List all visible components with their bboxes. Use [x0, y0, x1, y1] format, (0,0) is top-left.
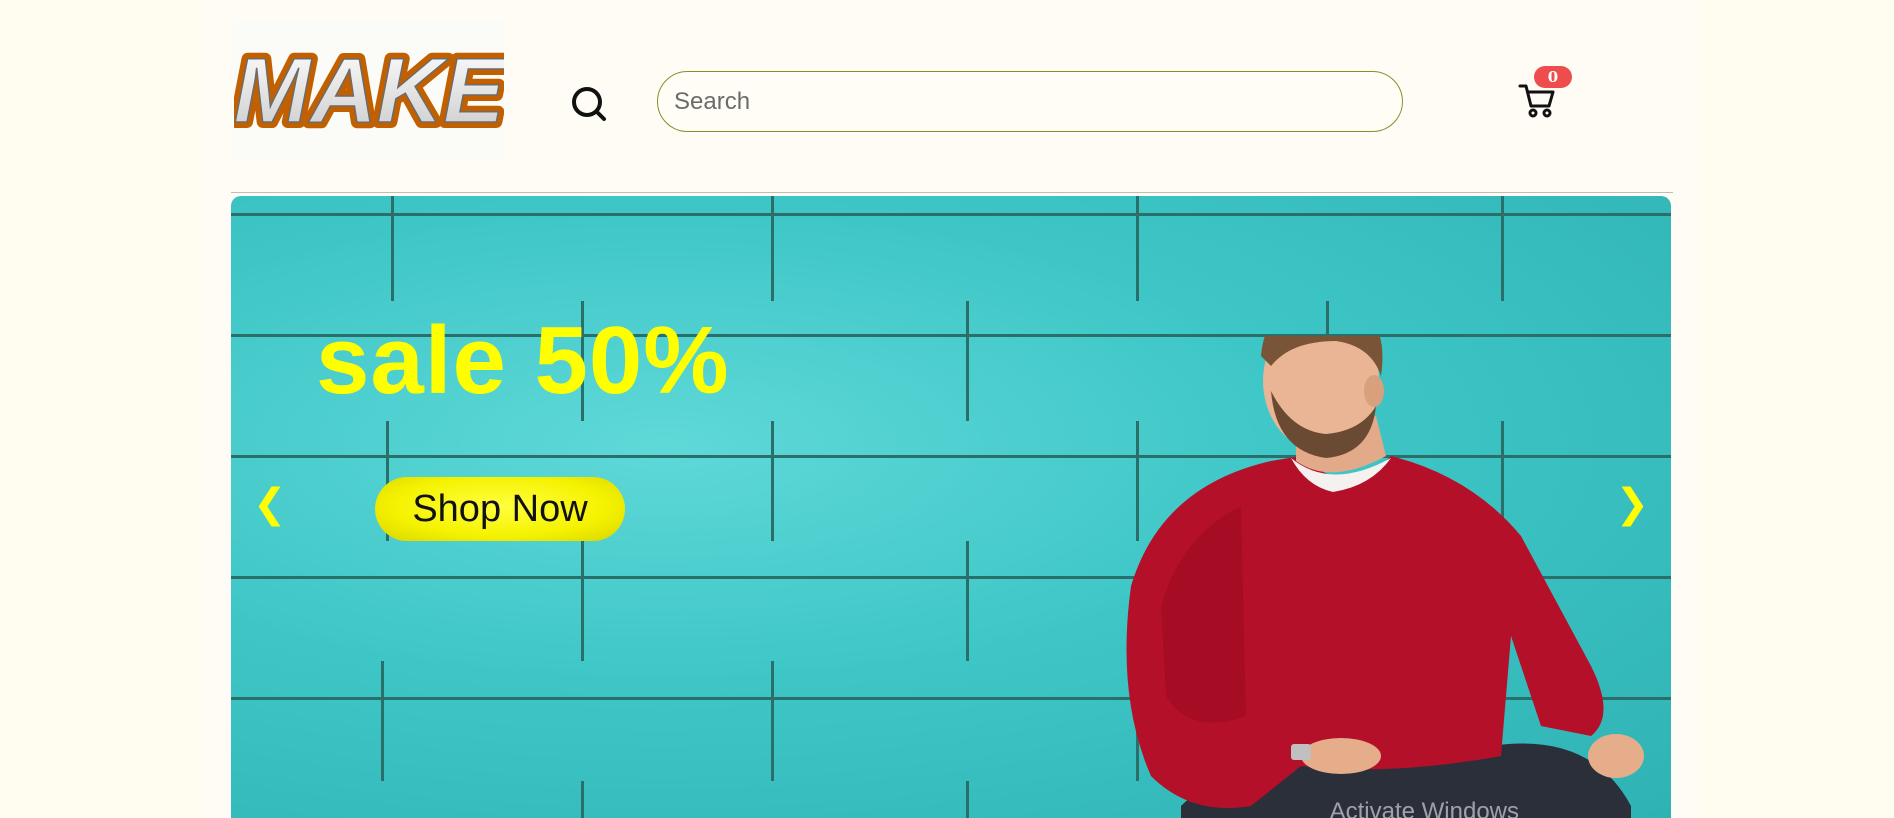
- shop-now-button[interactable]: Shop Now: [375, 477, 625, 541]
- search-icon[interactable]: [570, 85, 610, 125]
- brick-joint: [966, 781, 969, 818]
- brick-joint: [391, 196, 394, 301]
- windows-activation-watermark: Activate Windows: [1329, 798, 1519, 818]
- brick-joint: [771, 661, 774, 781]
- brick-joint: [771, 196, 774, 301]
- model-photo: [1126, 336, 1644, 818]
- brick-joint: [966, 541, 969, 661]
- chevron-left-icon[interactable]: ❮: [253, 481, 287, 527]
- search-input[interactable]: [657, 71, 1403, 132]
- page-container: MAKE MAKE 0: [200, 0, 1700, 818]
- brick-joint: [1136, 196, 1139, 301]
- cart-button[interactable]: 0: [1518, 62, 1578, 122]
- brick-joint: [381, 661, 384, 781]
- cart-count-badge: 0: [1534, 66, 1572, 88]
- chevron-right-icon[interactable]: ❯: [1615, 481, 1649, 527]
- brick-joint: [966, 301, 969, 421]
- sale-headline: sale 50%: [316, 307, 730, 414]
- brick-joint: [581, 781, 584, 818]
- header-divider: [231, 192, 1673, 193]
- brick-joint: [1501, 196, 1504, 301]
- brand-logo[interactable]: MAKE MAKE: [234, 20, 504, 160]
- brick-joint: [581, 541, 584, 661]
- logo-text: MAKE: [234, 40, 504, 142]
- brick-joint: [771, 421, 774, 541]
- hero-banner: sale 50% Shop Now ❮ ❯ Activate Windows: [231, 196, 1671, 818]
